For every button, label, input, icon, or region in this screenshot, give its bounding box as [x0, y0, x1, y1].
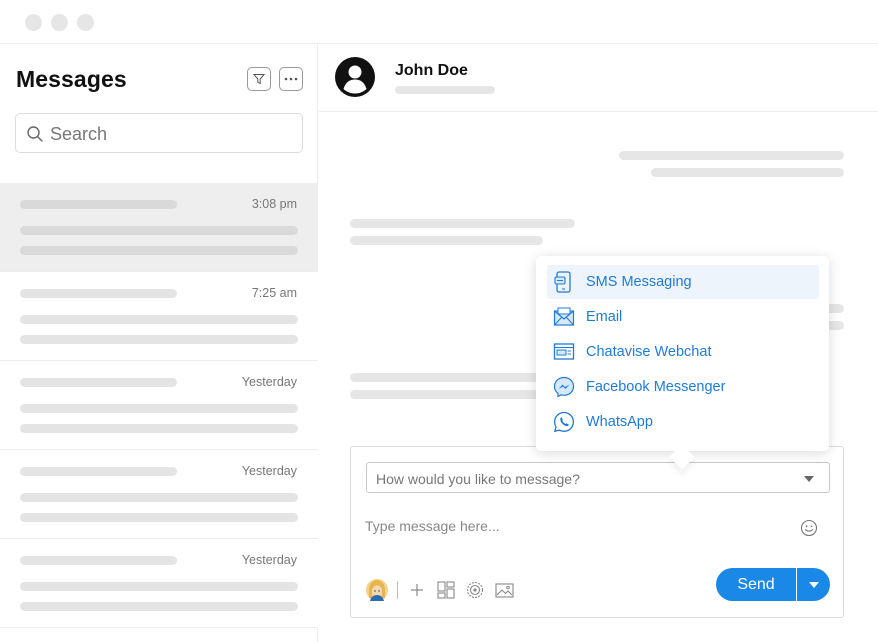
whatsapp-icon — [553, 411, 575, 433]
conversation-placeholder-line — [20, 404, 298, 413]
conversation-placeholder-line — [20, 556, 177, 565]
conversation-item[interactable]: Yesterday — [0, 450, 318, 539]
channel-option-label: Email — [586, 309, 623, 325]
templates-button[interactable] — [435, 579, 457, 601]
window-zoom-dot[interactable] — [77, 14, 94, 31]
message-placeholder-line — [651, 168, 844, 177]
channel-select-placeholder: How would you like to message? — [376, 471, 580, 487]
conversation-placeholder-line — [20, 246, 298, 255]
sms-icon — [553, 271, 575, 293]
email-icon — [553, 306, 575, 328]
send-options-button[interactable] — [797, 568, 830, 601]
target-button[interactable] — [464, 579, 486, 601]
conversation-placeholder-line — [20, 289, 177, 298]
search-box — [15, 113, 303, 153]
conversation-placeholder-line — [20, 200, 177, 209]
send-button[interactable]: Send — [716, 568, 796, 601]
webchat-icon — [553, 341, 575, 363]
contact-subtitle-placeholder — [395, 86, 495, 94]
target-icon — [466, 581, 484, 599]
channel-option[interactable]: Facebook Messenger — [547, 370, 819, 404]
conversation-sidebar: Messages 3:08 pm 7:25 am Yesterday Yesterda… — [0, 44, 318, 642]
conversation-placeholder-line — [20, 335, 298, 344]
add-attachment-button[interactable] — [406, 579, 428, 601]
filter-icon — [253, 74, 265, 85]
conversation-item[interactable]: Yesterday — [0, 539, 318, 628]
channel-option[interactable]: WhatsApp — [547, 405, 819, 439]
conversation-placeholder-line — [20, 582, 298, 591]
window-titlebar — [0, 0, 878, 44]
conversation-item[interactable]: Yesterday — [0, 361, 318, 450]
conversation-placeholder-line — [20, 424, 298, 433]
filter-button[interactable] — [247, 67, 271, 91]
conversation-placeholder-line — [20, 602, 298, 611]
more-icon — [284, 77, 298, 81]
emoji-icon[interactable] — [800, 519, 818, 537]
chat-header: John Doe — [319, 44, 878, 112]
more-options-button[interactable] — [279, 67, 303, 91]
conversation-placeholder-line — [20, 378, 177, 387]
channel-option[interactable]: Chatavise Webchat — [547, 335, 819, 369]
channel-select[interactable]: How would you like to message? — [366, 462, 830, 493]
channel-option-label: Chatavise Webchat — [586, 344, 712, 360]
message-placeholder-line — [350, 390, 540, 399]
messenger-icon — [553, 376, 575, 398]
conversation-time: 7:25 am — [251, 286, 297, 300]
contact-name: John Doe — [395, 62, 468, 79]
agent-avatar-icon — [366, 579, 388, 601]
message-placeholder-line — [350, 373, 540, 382]
search-input[interactable] — [50, 120, 290, 148]
conversation-placeholder-line — [20, 226, 298, 235]
channel-option-label: WhatsApp — [586, 414, 653, 430]
contact-avatar-icon[interactable] — [335, 57, 375, 97]
conversation-placeholder-line — [20, 467, 177, 476]
search-icon — [27, 126, 43, 142]
composer-toolbar — [366, 577, 522, 603]
conversation-time: Yesterday — [241, 464, 297, 478]
image-button[interactable] — [493, 579, 515, 601]
chevron-down-icon — [809, 582, 819, 588]
window-close-dot[interactable] — [25, 14, 42, 31]
conversation-placeholder-line — [20, 493, 298, 502]
message-placeholder-line — [619, 151, 844, 160]
image-icon — [494, 582, 514, 598]
templates-icon — [437, 581, 455, 599]
conversation-time: Yesterday — [241, 375, 297, 389]
conversation-item[interactable]: 7:25 am — [0, 272, 318, 361]
message-placeholder-line — [350, 219, 575, 228]
conversation-time: 3:08 pm — [251, 197, 297, 211]
toolbar-divider — [397, 581, 398, 599]
channel-option[interactable]: Email — [547, 300, 819, 334]
message-placeholder-line — [350, 236, 543, 245]
channel-dropdown: SMS Messaging Email Chatavise Webchat Faceb… — [536, 256, 829, 470]
agent-avatar[interactable] — [366, 579, 388, 601]
channel-option-label: SMS Messaging — [586, 274, 692, 290]
window-minimize-dot[interactable] — [51, 14, 68, 31]
channel-option[interactable]: SMS Messaging — [547, 265, 819, 299]
conversation-item[interactable]: 3:08 pm — [0, 183, 318, 272]
page-title: Messages — [16, 66, 127, 92]
conversation-time: Yesterday — [241, 553, 297, 567]
chevron-down-icon — [804, 476, 814, 482]
message-input[interactable] — [365, 515, 785, 537]
conversation-placeholder-line — [20, 315, 298, 324]
conversation-placeholder-line — [20, 513, 298, 522]
message-composer: How would you like to message? Type mess… — [350, 446, 844, 618]
plus-icon — [411, 584, 423, 596]
channel-option-label: Facebook Messenger — [586, 379, 726, 395]
